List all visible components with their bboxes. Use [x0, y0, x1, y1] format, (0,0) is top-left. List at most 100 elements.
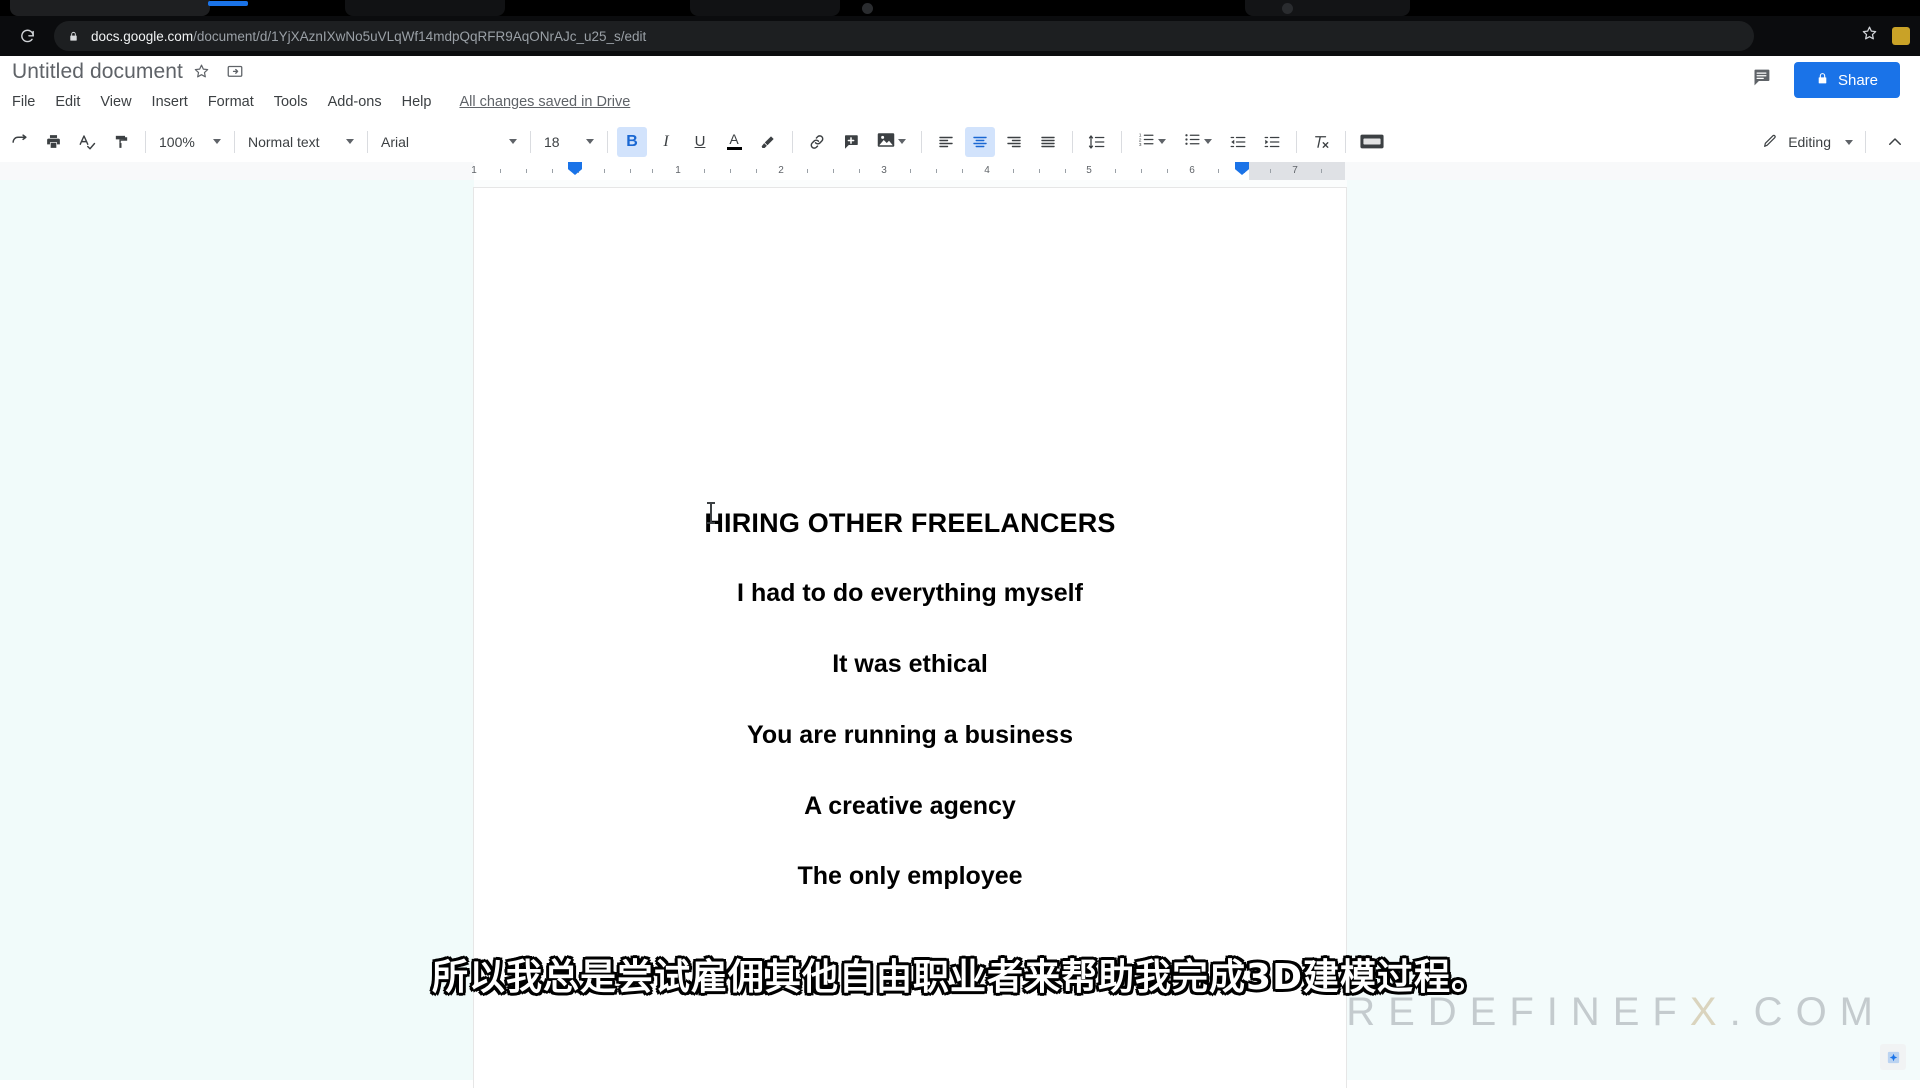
toolbar-separator [234, 130, 235, 153]
toolbar-separator [530, 130, 531, 153]
chevron-down-icon [586, 139, 594, 144]
move-to-folder-icon[interactable] [226, 62, 244, 85]
page-title[interactable]: Untitled document [12, 60, 183, 84]
header-actions: Share [1751, 62, 1900, 98]
line-spacing-icon[interactable] [1082, 127, 1112, 157]
ruler-number: 3 [881, 165, 887, 176]
text-color-button[interactable]: A [719, 127, 749, 157]
text-color-label: A [729, 131, 739, 147]
toolbar-separator [1296, 130, 1297, 153]
menu-insert[interactable]: Insert [142, 92, 198, 112]
text-cursor-icon [707, 502, 715, 524]
paragraph-style-value: Normal text [248, 133, 320, 150]
bulleted-list-button[interactable] [1177, 127, 1219, 157]
redo-icon[interactable] [4, 127, 34, 157]
document-line[interactable]: I had to do everything myself [474, 579, 1346, 608]
browser-tabstrip[interactable] [0, 0, 1920, 16]
lock-icon [68, 30, 79, 43]
add-comment-icon[interactable] [836, 127, 866, 157]
spellcheck-icon[interactable] [72, 127, 102, 157]
align-center-icon[interactable] [965, 126, 995, 157]
browser-tab[interactable] [690, 0, 840, 16]
extension-icon[interactable] [1892, 27, 1910, 45]
title-action-icons [193, 62, 244, 85]
chevron-down-icon [897, 139, 906, 144]
docs-header [0, 56, 1920, 122]
menu-file[interactable]: File [12, 92, 45, 112]
editing-mode-label: Editing [1788, 134, 1831, 150]
link-icon[interactable] [802, 127, 832, 157]
insert-image-button[interactable] [870, 127, 912, 157]
menu-edit[interactable]: Edit [45, 92, 90, 112]
star-icon[interactable] [193, 63, 210, 85]
browser-tab[interactable] [1245, 0, 1410, 16]
watermark-accent: X [1689, 990, 1730, 1034]
share-button[interactable]: Share [1793, 62, 1900, 98]
underline-button[interactable]: U [685, 127, 715, 157]
numbered-list-icon: 1 2 3 [1138, 131, 1155, 152]
decrease-indent-icon[interactable] [1223, 127, 1253, 157]
document-line[interactable]: The only employee [474, 862, 1346, 891]
align-right-icon[interactable] [999, 127, 1029, 157]
url-path: /document/d/1YjXAznIXwNo5uVLqWf14mdpQqRF… [193, 28, 647, 44]
watermark-main: REDEFINEF [1346, 990, 1690, 1034]
document-line[interactable]: You are running a business [474, 721, 1346, 750]
document-line[interactable]: A creative agency [474, 792, 1346, 821]
menu-help[interactable]: Help [392, 92, 442, 112]
ruler-number: 1 [471, 165, 477, 176]
font-select[interactable]: Arial [375, 128, 523, 156]
numbered-list-button[interactable]: 1 2 3 [1131, 127, 1173, 157]
browser-tab[interactable] [10, 0, 210, 16]
browser-tab[interactable] [345, 0, 505, 16]
save-status[interactable]: All changes saved in Drive [459, 94, 630, 110]
paint-format-icon[interactable] [106, 127, 136, 157]
ruler[interactable]: 1 1 2 3 4 5 6 7 [0, 162, 1920, 180]
menu-tools[interactable]: Tools [264, 92, 318, 112]
toolbar-separator [921, 130, 922, 153]
chevron-down-icon [509, 139, 517, 144]
comment-icon[interactable] [1751, 67, 1772, 93]
paragraph-style-select[interactable]: Normal text [242, 128, 360, 156]
ruler-number: 1 [675, 165, 681, 176]
star-icon[interactable] [1861, 25, 1878, 47]
toolbar-separator [1121, 130, 1122, 153]
bold-button[interactable]: B [617, 126, 647, 157]
ruler-number: 2 [778, 165, 784, 176]
menu-addons[interactable]: Add-ons [318, 92, 392, 112]
tab-favicon [862, 3, 873, 14]
document-canvas: HIRING OTHER FREELANCERS I had to do eve… [0, 180, 1920, 1088]
toolbar-separator [607, 130, 608, 153]
url-host: docs.google.com [91, 28, 194, 44]
document-heading[interactable]: HIRING OTHER FREELANCERS [474, 508, 1346, 539]
explore-icon[interactable] [1880, 1044, 1906, 1070]
pencil-icon [1762, 133, 1778, 152]
italic-button[interactable]: I [651, 127, 681, 157]
input-tools-icon[interactable] [1355, 127, 1389, 157]
text-color-swatch [726, 147, 742, 150]
font-size-value: 18 [544, 133, 560, 150]
menu-bar: File Edit View Insert Format Tools Add-o… [12, 92, 630, 112]
watermark-tail: .COM [1729, 990, 1886, 1034]
chevron-down-icon [346, 139, 354, 144]
ruler-number: 6 [1189, 165, 1195, 176]
increase-indent-icon[interactable] [1257, 127, 1287, 157]
zoom-select[interactable]: 100% [153, 128, 227, 156]
address-bar[interactable]: docs.google.com/document/d/1YjXAznIXwNo5… [54, 21, 1754, 51]
font-size-select[interactable]: 18 [538, 128, 600, 156]
chevron-down-icon[interactable] [1845, 139, 1853, 145]
document-line[interactable]: It was ethical [474, 650, 1346, 679]
active-tab-indicator [208, 1, 248, 6]
clear-formatting-icon[interactable] [1306, 127, 1336, 157]
omnibox-actions [1861, 16, 1910, 56]
reload-icon[interactable] [12, 21, 42, 51]
editing-mode-button[interactable]: Editing [1754, 133, 1839, 152]
chevron-down-icon [213, 139, 221, 144]
menu-view[interactable]: View [90, 92, 141, 112]
align-justify-icon[interactable] [1033, 127, 1063, 157]
collapse-toolbar-icon[interactable] [1880, 127, 1910, 157]
toolbar-separator [1865, 131, 1866, 153]
print-icon[interactable] [38, 127, 68, 157]
menu-format[interactable]: Format [198, 92, 264, 112]
align-left-icon[interactable] [931, 127, 961, 157]
highlighter-icon[interactable] [753, 127, 783, 157]
